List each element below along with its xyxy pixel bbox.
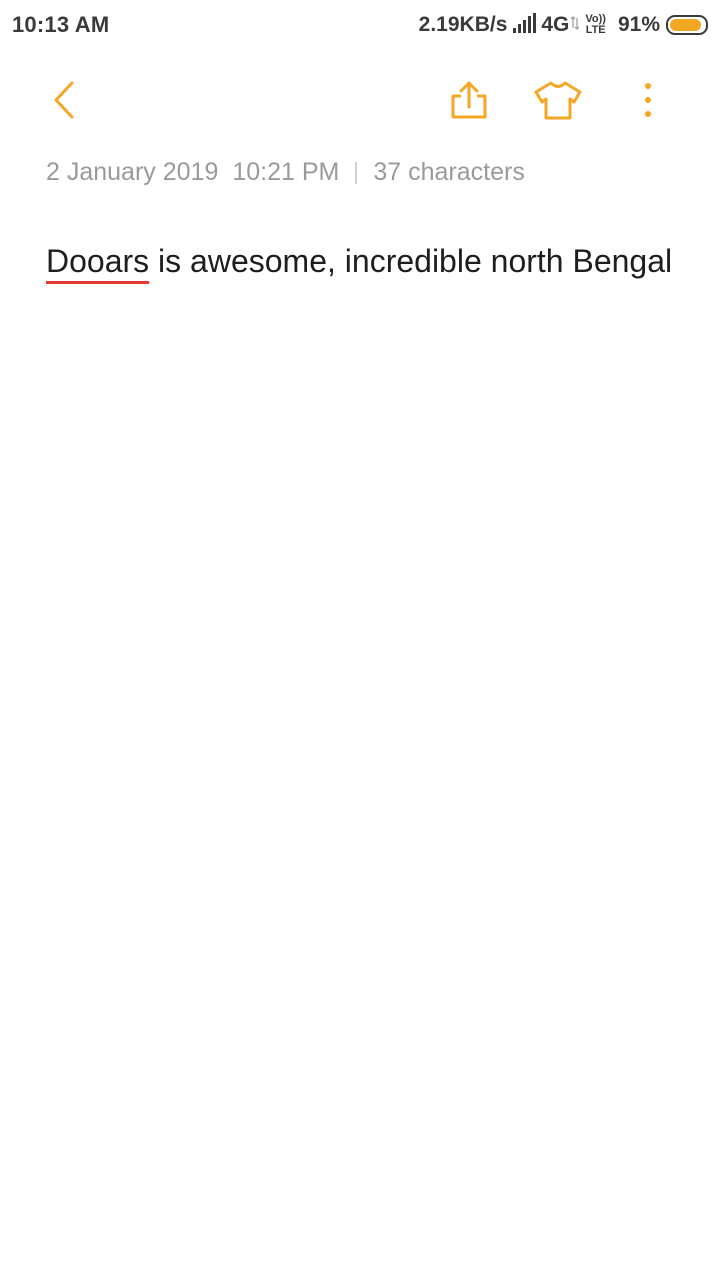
theme-button[interactable] — [534, 78, 582, 126]
note-text: is awesome, incredible north Bengal — [149, 243, 673, 279]
battery-level-fill — [670, 19, 701, 31]
status-icons: 2.19KB/s 4G Vo)) LTE 91% — [419, 10, 708, 40]
misspelled-word[interactable]: Dooars — [46, 243, 149, 279]
note-date: 2 January 2019 — [46, 158, 219, 186]
battery-percent: 91% — [617, 13, 660, 36]
share-icon — [449, 80, 489, 125]
tshirt-icon — [534, 80, 582, 125]
status-bar: 10:13 AM 2.19KB/s 4G Vo)) LTE 91% — [0, 0, 720, 52]
data-activity-icon — [570, 15, 580, 35]
signal-icon — [513, 12, 537, 38]
more-options-button[interactable] — [624, 78, 672, 126]
note-meta: 2 January 2019 10:21 PM 37 characters — [46, 158, 525, 187]
volte-bottom-label: LTE — [585, 24, 606, 36]
note-toolbar — [0, 60, 720, 144]
character-count: 37 characters — [373, 158, 525, 186]
meta-divider — [355, 161, 358, 184]
note-text-editor[interactable]: Dooars is awesome, incredible north Beng… — [46, 230, 676, 292]
back-button[interactable] — [40, 78, 88, 126]
volte-icon: Vo)) LTE — [585, 14, 606, 36]
note-time: 10:21 PM — [232, 158, 340, 186]
network-type: 4G — [541, 13, 570, 36]
status-time: 10:13 AM — [12, 12, 110, 37]
chevron-left-icon — [50, 80, 78, 125]
share-button[interactable] — [445, 78, 493, 126]
network-speed: 2.19KB/s — [418, 13, 508, 36]
battery-icon — [666, 15, 708, 35]
more-vertical-icon — [643, 82, 653, 123]
